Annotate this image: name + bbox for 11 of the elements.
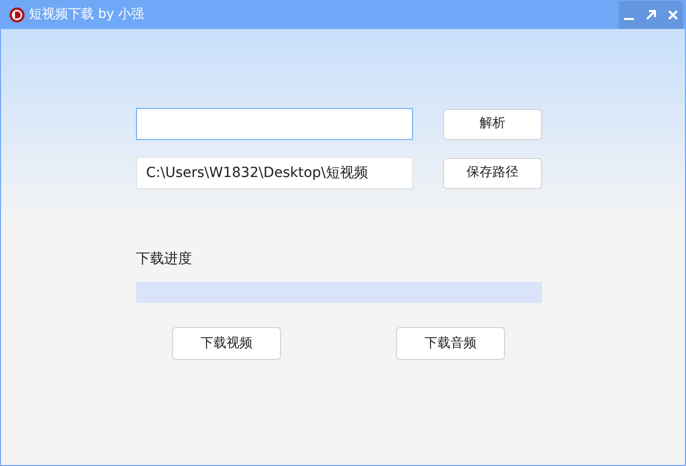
- url-field[interactable]: [136, 108, 413, 140]
- app-logo-icon: [9, 7, 25, 23]
- download-button[interactable]: 下载音频: [396, 327, 505, 360]
- download-button[interactable]: 下载视频: [172, 327, 281, 360]
- window-title: 短视频下载 by 小强: [29, 6, 144, 24]
- maximize-icon[interactable]: [645, 9, 657, 21]
- save-path-button[interactable]: 保存路径: [443, 158, 542, 188]
- parse-button[interactable]: 解析: [443, 108, 542, 140]
- path-field[interactable]: C:\Users\W1832\Desktop\短视频: [136, 157, 413, 189]
- close-icon[interactable]: [667, 9, 679, 21]
- progress-label: 下载进度: [136, 250, 193, 269]
